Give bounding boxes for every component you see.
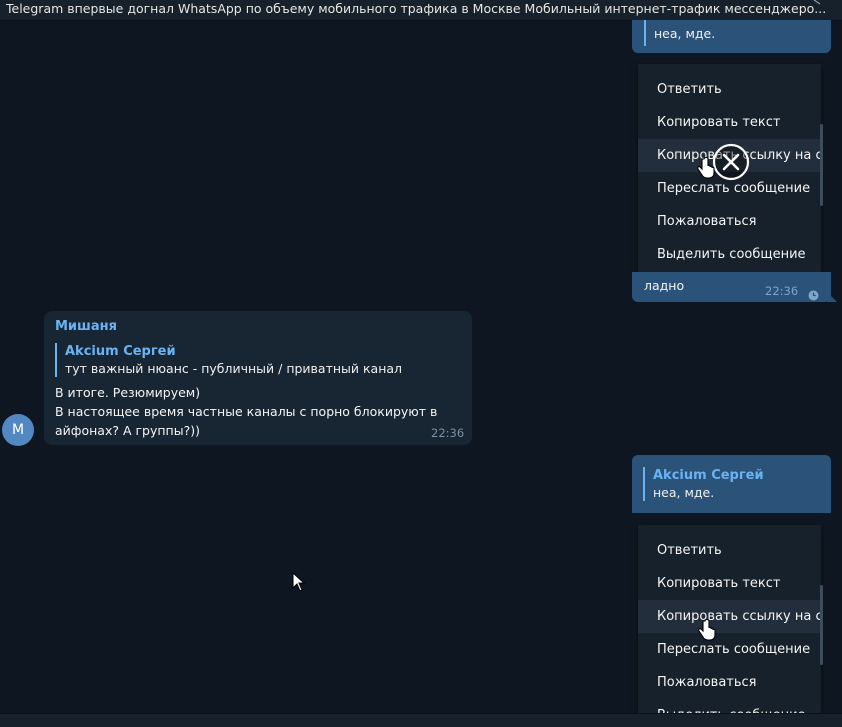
reply-author: Akcium Сергей <box>65 344 176 359</box>
outgoing-message-top[interactable]: неа, мде. <box>632 20 831 53</box>
window-title-bar: Telegram впервые догнал WhatsApp по объе… <box>0 0 842 21</box>
message-body: В итоге. Резюмируем) В настоящее время ч… <box>55 383 437 440</box>
message-time: 22:36 <box>431 426 465 440</box>
reply-text: тут важный нюанс - публичный / приватный… <box>65 361 403 376</box>
menu-item-select[interactable]: Выделить сообщение <box>638 238 821 271</box>
hand-cursor-icon <box>697 156 715 179</box>
bottom-bar <box>0 713 842 727</box>
message-text: ладно <box>644 278 685 293</box>
context-menu-bottom: Ответить Копировать текст Копировать ссы… <box>638 525 821 713</box>
menu-scrollbar[interactable] <box>820 585 823 665</box>
menu-item-copy-text[interactable]: Копировать текст <box>638 567 821 600</box>
outgoing-message-bottom[interactable]: Akcium Сергей неа, мде. <box>632 455 831 513</box>
clock-icon <box>808 286 819 305</box>
menu-scrollbar[interactable] <box>820 124 823 206</box>
menu-item-reply[interactable]: Ответить <box>638 73 821 106</box>
outgoing-message-ladno[interactable]: ладно 22:36 <box>632 272 831 302</box>
incoming-message[interactable]: Мишаня Akcium Сергей тут важный нюанс - … <box>44 311 472 445</box>
message-line: В итоге. Резюмируем) <box>55 385 201 400</box>
menu-item-report[interactable]: Пожаловаться <box>638 205 821 238</box>
arrow-cursor-icon <box>292 571 306 596</box>
bubble-tail <box>827 292 837 302</box>
avatar[interactable]: M <box>2 414 34 446</box>
menu-item-copy-link[interactable]: Копировать ссылку на сообщение <box>638 600 821 633</box>
reply-quote[interactable]: Akcium Сергей неа, мде. <box>643 467 764 501</box>
menu-item-report[interactable]: Пожаловаться <box>638 666 821 699</box>
menu-item-select[interactable]: Выделить сообщение <box>638 699 821 713</box>
chat-title: Telegram впервые догнал WhatsApp по объе… <box>6 1 827 16</box>
menu-item-forward[interactable]: Переслать сообщение <box>638 633 821 666</box>
sender-name[interactable]: Мишаня <box>55 319 117 334</box>
hand-cursor-icon <box>698 618 716 641</box>
menu-item-reply[interactable]: Ответить <box>638 534 821 567</box>
menu-item-copy-text[interactable]: Копировать текст <box>638 106 821 139</box>
close-circle-icon[interactable] <box>712 143 750 181</box>
message-time: 22:36 <box>765 284 799 298</box>
reply-quote[interactable]: неа, мде. <box>644 20 715 46</box>
reply-text: неа, мде. <box>653 485 715 500</box>
message-line: В настоящее время частные каналы с порно… <box>55 404 438 419</box>
reply-author: Akcium Сергей <box>653 468 764 483</box>
collapse-icon[interactable] <box>812 0 834 13</box>
reply-quote[interactable]: Akcium Сергей тут важный нюанс - публичн… <box>55 343 402 377</box>
message-line: айфонах? А группы?)) <box>55 423 200 438</box>
reply-text: неа, мде. <box>654 26 716 41</box>
